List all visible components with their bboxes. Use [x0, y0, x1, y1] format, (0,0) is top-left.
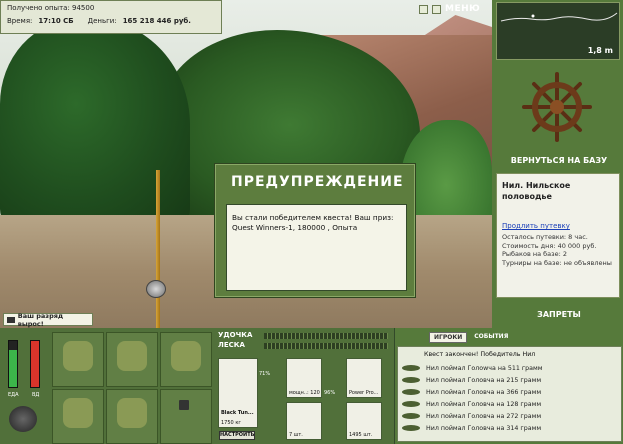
experience-label: Получено опыта: 94500	[7, 4, 95, 12]
event-row: Нил поймал Головча на 272 грамм	[398, 410, 621, 422]
player-stats-panel: Получено опыта: 94500 Время: 17:10 СБ Де…	[0, 0, 222, 34]
event-row: Нил поймал Голowча на 511 грамм	[398, 362, 621, 374]
line-name: Power Pro...	[349, 390, 379, 396]
cauldron-icon[interactable]	[9, 406, 37, 432]
status-gauges: ЕДА ВД	[3, 334, 48, 444]
permit-left: Осталось путевки: 8 час.	[502, 233, 588, 241]
envelope-icon	[7, 316, 15, 323]
event-row: Нил поймал Головча на 215 грамм	[398, 374, 621, 386]
line-slot[interactable]: Power Pro...	[346, 358, 382, 398]
reel	[146, 280, 166, 298]
rod-weight: 1750 кг	[221, 420, 241, 426]
events-tabs: ИГРОКИ СОБЫТИЯ	[429, 332, 512, 343]
reel-name: мощн..: 120	[289, 390, 320, 396]
food-bar	[8, 340, 18, 388]
tournaments: Турниры на базе: не объявлены	[502, 258, 612, 267]
fish-icon	[402, 377, 420, 383]
hook-slot[interactable]: 7 шт.	[286, 402, 322, 440]
dialog-title: ПРЕДУПРЕЖДЕНИЕ	[231, 174, 404, 190]
location-name: Нил. Нильское половодье	[502, 181, 571, 201]
fish-icon	[402, 425, 420, 431]
line-tension-label: ЛЕСКА	[218, 341, 245, 349]
fish-icon	[402, 413, 420, 419]
fish-icon	[402, 401, 420, 407]
inventory-grid	[52, 332, 212, 444]
bag-icon	[117, 341, 147, 371]
tab-players[interactable]: ИГРОКИ	[429, 332, 468, 343]
rank-up-notice[interactable]: Ваш разряд вырос!	[3, 311, 93, 328]
bans-button[interactable]: ЗАПРЕТЫ	[500, 306, 618, 324]
reel-percent: 96%	[324, 390, 336, 396]
money-value: 165 218 446 руб.	[122, 17, 191, 25]
inventory-slot-info[interactable]	[160, 389, 212, 444]
rod-percent: 71%	[259, 371, 271, 377]
extend-permit-link[interactable]: Продлить путевку	[502, 222, 614, 230]
fishing-rod[interactable]	[156, 170, 160, 328]
inventory-slot-backpack[interactable]	[52, 332, 104, 387]
event-row: Нил поймал Головча на 366 грамм	[398, 386, 621, 398]
rod-tension-label: УДОЧКА	[218, 331, 253, 339]
sound-icon[interactable]	[432, 4, 441, 14]
time-value: 17:10 СБ	[38, 17, 74, 25]
depth-value: 1,8 m	[587, 46, 613, 55]
money-label: Деньги:	[87, 17, 117, 25]
hook-count: 7 шт.	[289, 432, 303, 438]
inventory-slot-bucket[interactable]	[106, 389, 158, 444]
tab-events[interactable]: СОБЫТИЯ	[470, 332, 512, 343]
tackle-panel: УДОЧКА ЛЕСКА Black Tun... 1750 кг 71% мо…	[214, 328, 392, 444]
trees-left	[0, 20, 190, 230]
day-cost: Стоимость дня: 40 000 руб.	[502, 241, 597, 250]
game-screen: Получено опыта: 94500 Время: 17:10 СБ Де…	[0, 0, 623, 444]
inventory-slot-rods[interactable]	[160, 332, 212, 387]
info-icon	[179, 400, 189, 410]
rank-up-text: Ваш разряд вырос!	[17, 311, 64, 328]
bucket-icon	[117, 398, 147, 428]
event-row: Нил поймал Головча на 314 грамм	[398, 422, 621, 434]
events-panel: ИГРОКИ СОБЫТИЯ Квест закончен! Победител…	[394, 328, 623, 444]
anglers-on-base: Рыбаков на базе: 2	[502, 250, 567, 258]
groundbait-icon	[63, 398, 93, 428]
inventory-slot-bag[interactable]	[106, 332, 158, 387]
inventory-slot-groundbait[interactable]	[52, 389, 104, 444]
return-to-base-button[interactable]: ВЕРНУТЬСЯ НА БАЗУ	[500, 153, 618, 169]
bait-slot[interactable]: 1495 шт.	[346, 402, 382, 440]
rod-name: Black Tun...	[221, 410, 254, 416]
rods-icon	[171, 341, 201, 371]
rod-tension-bar	[264, 333, 388, 339]
bait-count: 1495 шт.	[349, 432, 373, 438]
event-row: Нил поймал Головча на 128 грамм	[398, 398, 621, 410]
event-log-header: Квест закончен! Победитель Нил	[424, 351, 536, 358]
backpack-icon	[63, 341, 93, 371]
top-right-controls: МЕНЮ	[419, 4, 480, 14]
location-info: Нил. Нильское половодье Продлить путевку…	[496, 173, 620, 298]
time-label: Время:	[7, 17, 33, 25]
reel-slot[interactable]: мощн..: 120	[286, 358, 322, 398]
fish-icon	[402, 389, 420, 395]
food-label: ЕДА	[8, 392, 19, 398]
pause-icon[interactable]	[419, 4, 428, 14]
event-log: Квест закончен! Победитель Нил Нил пойма…	[397, 346, 622, 442]
fish-icon	[402, 365, 420, 371]
ship-wheel-icon[interactable]	[522, 72, 592, 142]
menu-button[interactable]: МЕНЮ	[445, 4, 480, 14]
depth-map: 1,8 m	[496, 2, 620, 60]
dialog-message: Вы стали победителем квеста! Ваш приз: Q…	[226, 204, 407, 291]
line-tension-bar	[264, 343, 388, 349]
rod-slot[interactable]: Black Tun... 1750 кг	[218, 358, 258, 428]
setup-button[interactable]: НАСТРОИТЬ	[219, 431, 255, 440]
sleep-bar	[30, 340, 40, 388]
warning-dialog[interactable]: ПРЕДУПРЕЖДЕНИЕ Вы стали победителем квес…	[214, 163, 416, 298]
sleep-label: ВД	[32, 392, 40, 398]
